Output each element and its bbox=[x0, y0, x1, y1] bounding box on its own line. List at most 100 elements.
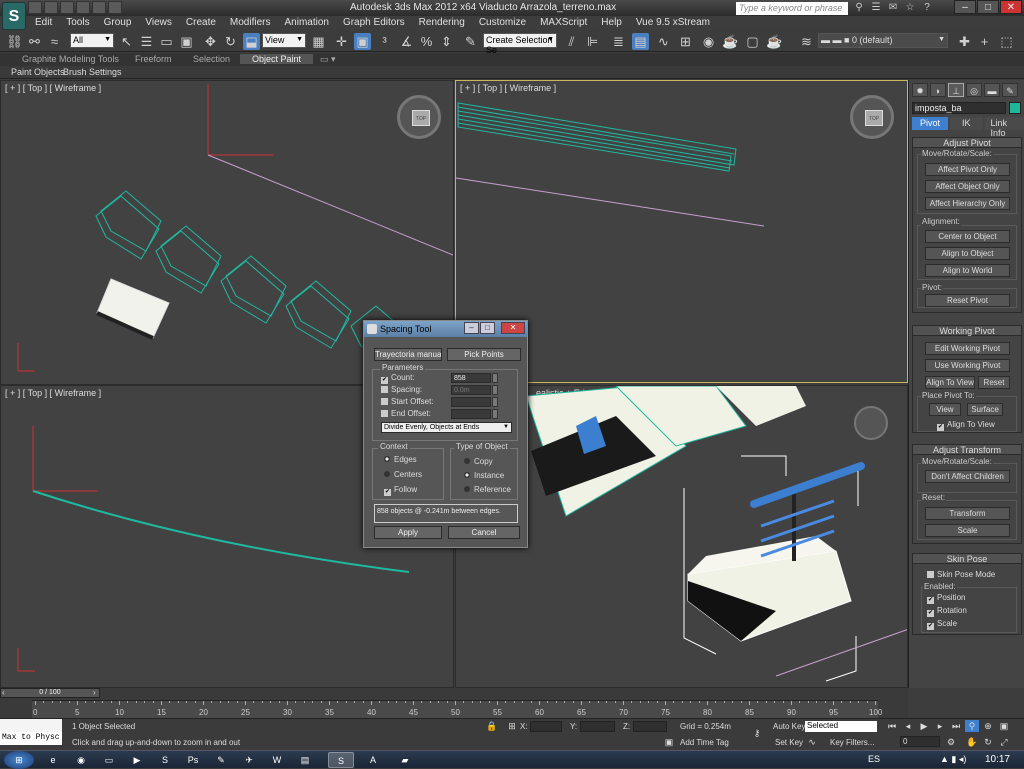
selection-filter-dropdown[interactable]: All bbox=[70, 33, 114, 48]
motion-tab-icon[interactable]: ◎ bbox=[966, 83, 982, 97]
reset-working-pivot-button[interactable]: Reset bbox=[978, 376, 1010, 389]
schematic-view-icon[interactable]: ⊞ bbox=[677, 33, 694, 50]
photoshop-icon[interactable]: Ps bbox=[180, 752, 206, 768]
pivot-center-icon[interactable]: ▦ bbox=[310, 33, 327, 50]
dialog-close-button[interactable]: ✕ bbox=[501, 322, 525, 334]
time-tag-icon[interactable]: ▣ bbox=[662, 736, 676, 748]
start-button[interactable]: ⊞ bbox=[4, 751, 34, 769]
menu-rendering[interactable]: Rendering bbox=[412, 16, 472, 30]
hierarchy-tab-icon[interactable]: ⊥ bbox=[948, 83, 964, 97]
path-button[interactable]: Trayectoria manual00 bbox=[374, 348, 442, 361]
menu-animation[interactable]: Animation bbox=[277, 16, 335, 30]
spacing-mode-dropdown[interactable]: Divide Evenly, Objects at Ends ▼ bbox=[381, 422, 512, 433]
pick-points-button[interactable]: Pick Points bbox=[447, 348, 521, 361]
previous-frame-icon[interactable]: ◂ bbox=[901, 720, 915, 732]
communication-center-icon[interactable]: ✉ bbox=[886, 1, 900, 14]
3ds-max-taskbar-icon[interactable]: S bbox=[328, 752, 354, 768]
menu-create[interactable]: Create bbox=[179, 16, 223, 30]
rectangular-selection-icon[interactable]: ▭ bbox=[158, 33, 175, 50]
graphite-ribbon-icon[interactable]: ▤ bbox=[632, 33, 649, 50]
auto-key-button[interactable]: Auto Key bbox=[773, 722, 805, 731]
zoom-extents-icon[interactable]: ▣ bbox=[997, 720, 1011, 732]
object-name-field[interactable]: imposta_ba bbox=[912, 102, 1006, 114]
rendered-frame-window-icon[interactable]: ▢ bbox=[744, 33, 761, 50]
start-offset-spinner[interactable] bbox=[492, 397, 498, 407]
align-to-view-checkbox[interactable]: ✔ Align To View bbox=[937, 420, 995, 431]
place-surface-button[interactable]: Surface bbox=[967, 403, 1003, 416]
undo-icon[interactable] bbox=[76, 1, 90, 14]
application-menu-button[interactable]: S bbox=[2, 2, 26, 30]
center-to-object-button[interactable]: Center to Object bbox=[925, 230, 1010, 243]
prev-frame-icon[interactable]: ‹ bbox=[2, 688, 5, 697]
tab-graphite-modeling-tools[interactable]: Graphite Modeling Tools bbox=[22, 54, 119, 64]
panel-brush-settings[interactable]: Brush Settings bbox=[60, 67, 125, 77]
media-player-icon[interactable]: ▶ bbox=[124, 752, 150, 768]
working-pivot-header[interactable]: Working Pivot bbox=[912, 325, 1022, 336]
zoom-all-icon[interactable]: ⊕ bbox=[981, 720, 995, 732]
percent-snap-icon[interactable]: % bbox=[418, 33, 435, 50]
spacing-checkbox[interactable]: Spacing: bbox=[381, 385, 422, 394]
reset-pivot-button[interactable]: Reset Pivot bbox=[925, 294, 1010, 307]
reset-transform-button[interactable]: Transform bbox=[925, 507, 1010, 520]
count-field[interactable]: 858 bbox=[451, 373, 491, 383]
close-button[interactable]: ✕ bbox=[1000, 0, 1022, 14]
select-by-name-icon[interactable]: ☰ bbox=[138, 33, 155, 50]
start-offset-checkbox[interactable]: Start Offset: bbox=[381, 397, 434, 406]
edit-working-pivot-button[interactable]: Edit Working Pivot bbox=[925, 342, 1010, 355]
utilities-tab-icon[interactable]: ✎ bbox=[1002, 83, 1018, 97]
skin-pose-header[interactable]: Skin Pose bbox=[912, 553, 1022, 564]
layer-toolbar-icon[interactable]: ≋ bbox=[798, 33, 815, 50]
menu-customize[interactable]: Customize bbox=[472, 16, 533, 30]
start-offset-field[interactable] bbox=[451, 397, 491, 407]
favorites-icon[interactable]: ☆ bbox=[903, 1, 917, 14]
select-and-scale-icon[interactable]: ⬓ bbox=[243, 33, 260, 50]
layer-manager-icon[interactable]: ≣ bbox=[610, 33, 627, 50]
new-file-icon[interactable] bbox=[28, 1, 42, 14]
spinner-snap-icon[interactable]: ⇕ bbox=[438, 33, 455, 50]
winrar-icon[interactable]: ▤ bbox=[292, 752, 318, 768]
rotation-checkbox[interactable]: ✔ Rotation bbox=[927, 606, 967, 617]
modify-tab-icon[interactable]: ◗ bbox=[930, 83, 946, 97]
dont-affect-children-button[interactable]: Don't Affect Children bbox=[925, 470, 1010, 483]
menu-graph-editors[interactable]: Graph Editors bbox=[336, 16, 412, 30]
project-folder-icon[interactable] bbox=[108, 1, 122, 14]
file-explorer-icon[interactable]: ▭ bbox=[96, 752, 122, 768]
next-frame-button-icon[interactable]: ▸ bbox=[933, 720, 947, 732]
paint-icon[interactable]: ✎ bbox=[208, 752, 234, 768]
reset-scale-button[interactable]: Scale bbox=[925, 524, 1010, 537]
time-slider[interactable]: 0 / 100 bbox=[0, 688, 100, 698]
flashget-icon[interactable]: ✈ bbox=[236, 752, 262, 768]
help-icon[interactable]: ? bbox=[920, 1, 934, 14]
context-centers-radio[interactable]: Centers bbox=[384, 470, 422, 479]
maximize-viewport-icon[interactable]: ⤢ bbox=[997, 736, 1011, 748]
pan-icon[interactable]: ✋ bbox=[965, 736, 979, 748]
save-file-icon[interactable] bbox=[60, 1, 74, 14]
keyboard-shortcut-override-icon[interactable]: ▣ bbox=[354, 33, 371, 50]
maxscript-listener-top[interactable] bbox=[0, 719, 62, 732]
menu-group[interactable]: Group bbox=[97, 16, 139, 30]
affect-object-only-button[interactable]: Affect Object Only bbox=[925, 180, 1010, 193]
reference-coordinate-dropdown[interactable]: View bbox=[262, 33, 306, 48]
play-icon[interactable]: ▶ bbox=[917, 720, 931, 732]
set-key-icon[interactable]: ⚷ bbox=[750, 727, 764, 739]
menu-vue-xstream[interactable]: Vue 9.5 xStream bbox=[629, 16, 717, 30]
apply-button[interactable]: Apply bbox=[374, 526, 442, 539]
context-edges-radio[interactable]: Edges bbox=[384, 455, 417, 464]
edit-named-selection-icon[interactable]: ✎ bbox=[462, 33, 479, 50]
chrome-icon[interactable]: ◉ bbox=[68, 752, 94, 768]
y-coordinate-field[interactable] bbox=[580, 721, 615, 732]
adjust-transform-header[interactable]: Adjust Transform bbox=[912, 444, 1022, 455]
align-to-object-button[interactable]: Align to Object bbox=[925, 247, 1010, 260]
type-instance-radio[interactable]: Instance bbox=[464, 471, 504, 480]
tab-freeform[interactable]: Freeform bbox=[135, 54, 172, 64]
tab-link-info[interactable]: Link Info bbox=[984, 117, 1024, 138]
cancel-button[interactable]: Cancel bbox=[448, 526, 520, 539]
bind-space-warp-icon[interactable]: ≈ bbox=[46, 33, 63, 50]
window-crossing-icon[interactable]: ▣ bbox=[178, 33, 195, 50]
tray-icons[interactable]: ▲ ▮ ◂) bbox=[940, 754, 966, 765]
use-working-pivot-button[interactable]: Use Working Pivot bbox=[925, 359, 1010, 372]
select-object-icon[interactable]: ↖ bbox=[118, 33, 135, 50]
place-view-button[interactable]: View bbox=[929, 403, 961, 416]
layer-dropdown[interactable]: ▬ ▬ ■ 0 (default) bbox=[818, 33, 948, 48]
orbit-icon[interactable]: ↻ bbox=[981, 736, 995, 748]
